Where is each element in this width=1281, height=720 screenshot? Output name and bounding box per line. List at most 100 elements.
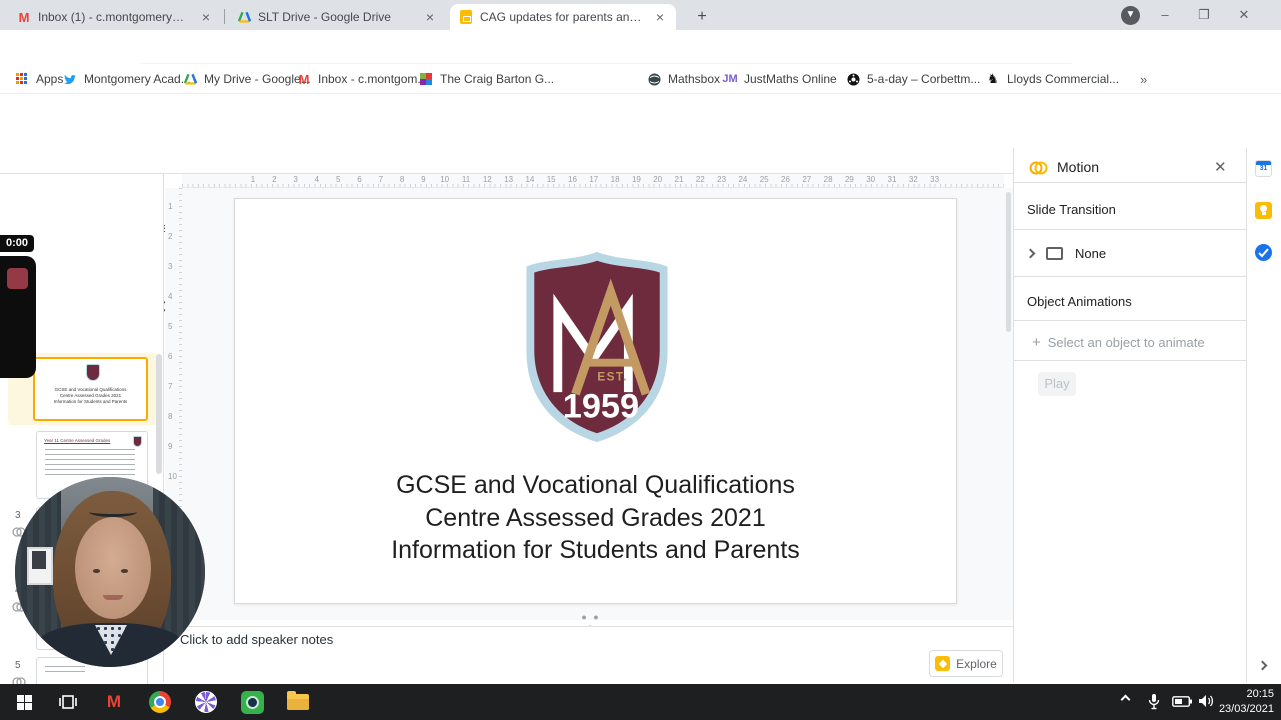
start-button[interactable] — [12, 690, 36, 714]
explore-button[interactable]: Explore — [929, 650, 1003, 677]
transition-row[interactable]: None — [1025, 246, 1107, 261]
taskbar-file-explorer-icon[interactable] — [286, 690, 310, 714]
tab-drive[interactable]: SLT Drive - Google Drive × — [228, 4, 446, 30]
slide-title-line-1[interactable]: GCSE and Vocational Qualifications — [235, 471, 956, 500]
browser-tab-strip: M Inbox (1) - c.montgomery@mont × SLT Dr… — [0, 0, 1281, 30]
browser-navbar: ← → docs.google.com/presentation/d/185fI… — [0, 30, 1281, 91]
clock-time: 20:15 — [1246, 688, 1274, 700]
bookmark-inbox[interactable]: M Inbox - c.montgom... — [296, 71, 428, 87]
tab-gmail[interactable]: M Inbox (1) - c.montgomery@mont × — [8, 4, 222, 30]
slide-canvas-area: EST. 1959 GCSE and Vocational Qualificat… — [182, 188, 1004, 620]
bookmark-label: Mathsbox — [668, 72, 721, 86]
slides-header: CAG updates for parents and students Mar… — [0, 94, 1281, 235]
slides-favicon — [458, 9, 474, 25]
ruler-horizontal: 1 2 3 4 5 6 7 8 9 10 11 12 13 14 15 16 17 18 19 20 21 22 23 24 2… — [182, 174, 1004, 188]
windows-taskbar: M 20:15 23/03/2021 — [0, 684, 1281, 720]
window-restore-button[interactable]: ❐ — [1197, 8, 1211, 22]
explore-label: Explore — [956, 656, 997, 671]
slide-thumbnail-1[interactable]: GCSE and Vocational Qualifications Centr… — [33, 357, 148, 421]
recording-control-bar[interactable] — [0, 256, 36, 378]
motion-panel-title: Motion — [1057, 159, 1100, 175]
motion-panel: Motion ✕ Slide Transition None Object An… — [1013, 148, 1247, 682]
drive-favicon — [236, 9, 252, 25]
tab-close-icon[interactable]: × — [198, 9, 214, 25]
webcam-bubble[interactable] — [15, 477, 205, 667]
bookmark-mydrive[interactable]: My Drive - Google... — [182, 71, 311, 87]
motion-panel-close-icon[interactable]: ✕ — [1214, 158, 1227, 176]
bookmark-label: Lloyds Commercial... — [1007, 72, 1120, 86]
canvas-scrollbar[interactable] — [1004, 188, 1013, 620]
slide-editor[interactable]: EST. 1959 GCSE and Vocational Qualificat… — [234, 198, 957, 604]
microphone-icon[interactable] — [1148, 693, 1160, 710]
bookmark-label: Apps — [36, 72, 64, 86]
new-tab-button[interactable]: + — [692, 7, 712, 27]
tab-close-icon[interactable]: × — [422, 9, 438, 25]
wheel-icon — [845, 71, 861, 87]
tab-title: CAG updates for parents and stu — [480, 10, 646, 24]
gmail-icon: M — [298, 71, 310, 87]
tasks-icon[interactable] — [1255, 244, 1272, 261]
apps-grid-icon — [14, 71, 30, 87]
select-object-prompt: Select an object to animate — [1047, 335, 1205, 350]
explore-icon — [935, 656, 951, 671]
expand-chevron-icon[interactable] — [1025, 248, 1036, 259]
bookmarks-bar: Apps Montgomery Acad... My Drive - Googl… — [0, 64, 1281, 94]
bookmark-label: The Craig Barton G... — [440, 72, 555, 86]
taskbar-recorder-app-icon[interactable] — [240, 690, 264, 714]
taskbar-flower-app-icon[interactable] — [194, 690, 218, 714]
slide-title-line-2[interactable]: Centre Assessed Grades 2021 — [235, 504, 956, 533]
bookmark-label: 5-a-day – Corbettm... — [867, 72, 981, 86]
keep-icon[interactable] — [1255, 202, 1272, 219]
bookmark-lloyds[interactable]: ♞ Lloyds Commercial... — [985, 71, 1119, 87]
screen: M Inbox (1) - c.montgomery@mont × SLT Dr… — [0, 0, 1281, 720]
tray-expand-icon[interactable] — [1120, 692, 1131, 706]
download-indicator-icon[interactable]: ▼ — [1121, 6, 1140, 25]
recording-timer: 0:00 — [0, 235, 34, 252]
transition-value: None — [1075, 246, 1107, 261]
tab-title: SLT Drive - Google Drive — [258, 10, 391, 24]
speaker-notes-area[interactable]: Click to add speaker notes Explore — [165, 626, 1013, 682]
bookmark-craig-barton[interactable]: The Craig Barton G... — [418, 71, 554, 87]
motion-icon — [1029, 160, 1048, 176]
google-side-rail: 31 — [1246, 148, 1281, 682]
horse-icon: ♞ — [987, 71, 999, 86]
bookmark-apps[interactable]: Apps — [14, 71, 63, 87]
taskbar-chrome-icon[interactable] — [148, 690, 172, 714]
globe-icon — [646, 71, 662, 87]
bookmark-justmaths[interactable]: JM JustMaths Online — [722, 71, 837, 87]
slide-title-line-3[interactable]: Information for Students and Parents — [235, 536, 956, 565]
window-minimize-button[interactable]: – — [1158, 8, 1172, 22]
object-animations-heading: Object Animations — [1027, 294, 1132, 309]
filmstrip-scrollbar[interactable] — [156, 354, 162, 474]
plus-icon: + — [1032, 334, 1041, 351]
calendar-icon[interactable]: 31 — [1255, 160, 1272, 177]
battery-icon[interactable] — [1172, 696, 1192, 707]
mosaic-icon — [418, 71, 434, 87]
slide-transition-heading: Slide Transition — [1027, 202, 1116, 217]
mini-logo — [86, 364, 100, 381]
taskbar-gmail-icon[interactable]: M — [102, 690, 126, 714]
drive-icon — [182, 71, 198, 87]
side-panel-toggle-icon[interactable] — [1257, 656, 1268, 674]
bookmark-label: Montgomery Acad... — [84, 72, 191, 86]
twitter-bird-icon — [62, 71, 78, 87]
tab-close-icon[interactable]: × — [652, 9, 668, 25]
tab-slides-active[interactable]: CAG updates for parents and stu × — [450, 4, 676, 30]
crest-year-text: 1959 — [563, 388, 639, 426]
bookmark-mathsbox[interactable]: Mathsbox — [646, 71, 720, 87]
bookmark-montgomery[interactable]: Montgomery Acad... — [62, 71, 191, 87]
school-crest-logo[interactable]: EST. 1959 — [518, 249, 676, 445]
jm-icon: JM — [722, 73, 738, 85]
system-clock[interactable]: 20:15 23/03/2021 — [1210, 687, 1274, 717]
play-button[interactable]: Play — [1038, 372, 1076, 396]
bookmark-5aday[interactable]: 5-a-day – Corbettm... — [845, 71, 980, 87]
notes-resize-handle[interactable]: ● ● ● — [576, 612, 606, 632]
bookmark-label: My Drive - Google... — [204, 72, 311, 86]
add-animation-row[interactable]: + Select an object to animate — [1032, 334, 1205, 351]
window-close-button[interactable]: ✕ — [1237, 8, 1251, 22]
task-view-button[interactable] — [56, 690, 80, 714]
stop-recording-button[interactable] — [7, 268, 28, 289]
picture-frame — [27, 547, 53, 585]
bookmark-label: JustMaths Online — [744, 72, 837, 86]
bookmarks-overflow-icon[interactable]: » — [1140, 71, 1147, 87]
